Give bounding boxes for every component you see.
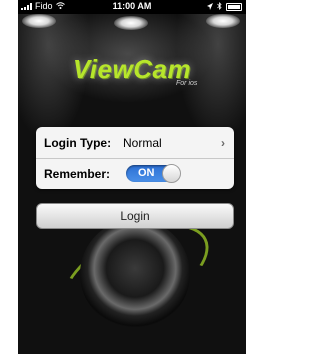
spotlight-left-icon bbox=[22, 14, 56, 28]
status-bar: Fido 11:00 AM bbox=[18, 0, 246, 14]
status-right bbox=[207, 2, 242, 12]
bluetooth-icon bbox=[217, 2, 222, 12]
login-type-value: Normal bbox=[123, 135, 162, 150]
remember-row: Remember: ON bbox=[36, 158, 234, 189]
phone-screen: Fido 11:00 AM ViewCam For ios Login Type… bbox=[18, 0, 246, 354]
remember-toggle-text: ON bbox=[138, 167, 155, 179]
login-settings-panel: Login Type: Normal › Remember: ON bbox=[36, 127, 234, 189]
battery-icon bbox=[226, 3, 242, 11]
login-button[interactable]: Login bbox=[36, 203, 234, 229]
camera-lens-graphic bbox=[80, 219, 190, 329]
login-type-label: Login Type: bbox=[44, 135, 112, 150]
login-type-row[interactable]: Login Type: Normal › bbox=[36, 127, 234, 159]
location-icon bbox=[207, 2, 213, 12]
toggle-knob bbox=[162, 164, 181, 183]
remember-toggle[interactable]: ON bbox=[126, 164, 181, 183]
app-tagline: For ios bbox=[176, 80, 198, 87]
spotlight-center-icon bbox=[114, 16, 148, 30]
spotlight-right-icon bbox=[206, 14, 240, 28]
chevron-right-icon: › bbox=[221, 135, 225, 150]
remember-label: Remember: bbox=[44, 166, 111, 181]
app-logo: ViewCam bbox=[72, 54, 192, 84]
